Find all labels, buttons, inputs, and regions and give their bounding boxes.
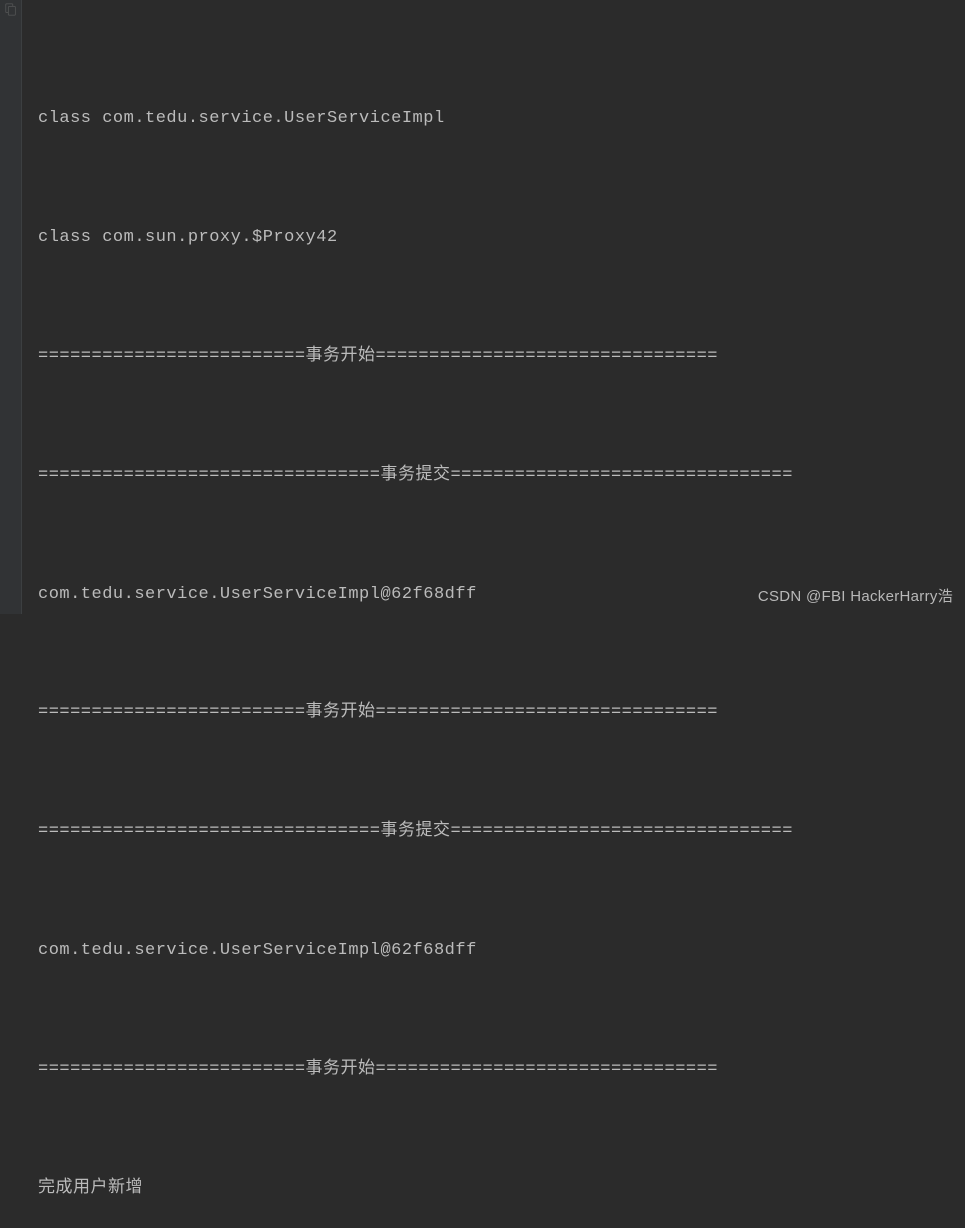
gutter: [0, 0, 22, 614]
console-line: ================================事务提交====…: [38, 812, 955, 852]
console-line: =========================事务开始===========…: [38, 337, 955, 377]
console-line: 完成用户新增: [38, 1169, 955, 1209]
console-line: =========================事务开始===========…: [38, 1050, 955, 1090]
console-line: ================================事务提交====…: [38, 456, 955, 496]
watermark: CSDN @FBI HackerHarry浩: [758, 585, 953, 606]
console-output: class com.tedu.service.UserServiceImpl c…: [38, 20, 955, 1228]
console-line: com.tedu.service.UserServiceImpl@62f68df…: [38, 931, 955, 971]
console-line: class com.tedu.service.UserServiceImpl: [38, 99, 955, 139]
console-line: =========================事务开始===========…: [38, 693, 955, 733]
gutter-icon: [4, 2, 18, 16]
console-line: class com.sun.proxy.$Proxy42: [38, 218, 955, 258]
